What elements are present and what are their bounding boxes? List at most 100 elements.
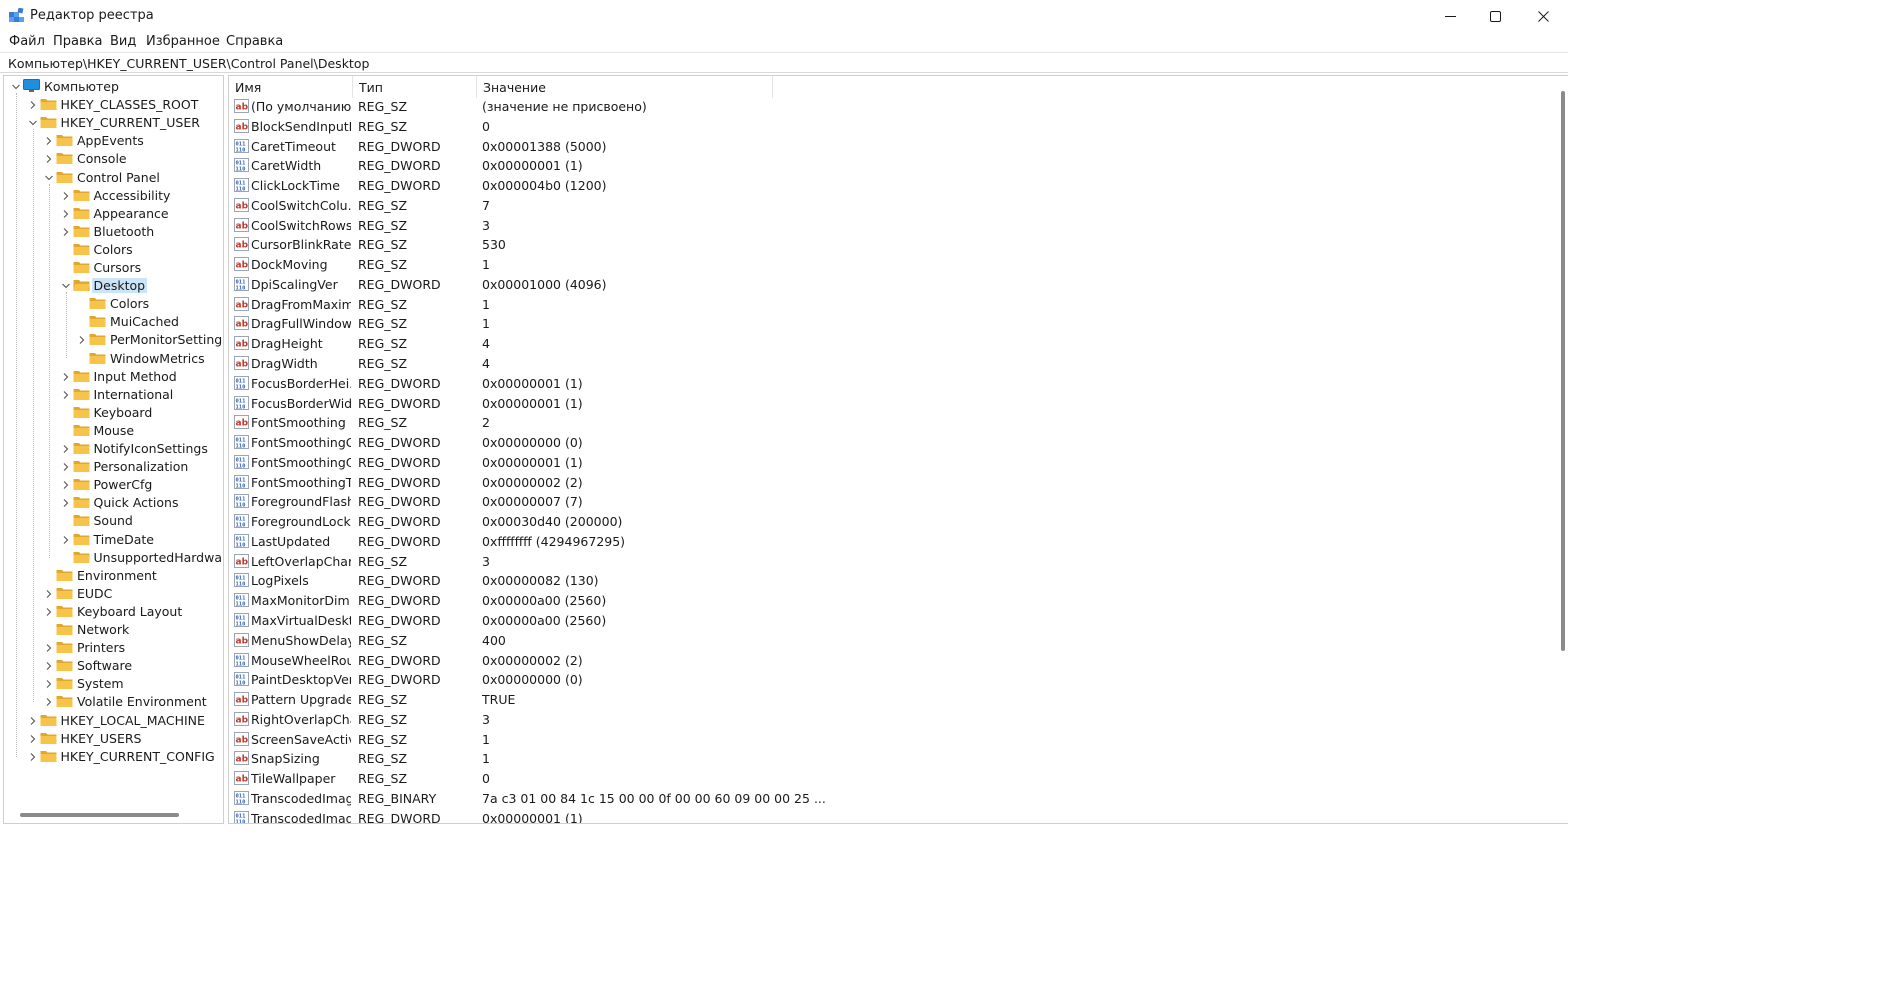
tree-item[interactable]: Desktop [4,277,223,295]
tree-item[interactable]: International [4,386,223,404]
tree-item[interactable]: Keyboard Layout [4,603,223,621]
chevron-down-icon[interactable] [28,118,38,128]
tree-item[interactable]: System [4,675,223,693]
tree-item[interactable]: Appearance [4,205,223,223]
value-row[interactable]: ab (По умолчанию) REG_SZ (значение не присв… [229,97,1549,117]
value-row[interactable]: 011110FontSmoothingO... REG_DWORD 0x000000… [229,453,1549,473]
tree-item[interactable]: HKEY_CLASSES_ROOT [4,96,223,114]
chevron-down-icon[interactable] [11,82,21,92]
tree-item[interactable]: HKEY_LOCAL_MACHINE [4,712,223,730]
value-row[interactable]: 011110FontSmoothingG... REG_DWORD 0x000000… [229,433,1549,453]
chevron-right-icon[interactable] [61,480,71,490]
tree-item[interactable]: MuiCached [4,313,223,331]
menu-edit[interactable]: Правка [53,34,102,49]
tree-item[interactable]: Software [4,657,223,675]
values-list[interactable]: Имя Тип Значение ab (По умолчанию) REG_SZ(… [228,75,1568,824]
value-row[interactable]: 011110PaintDesktopVer... REG_DWORD 0x00000… [229,670,1549,690]
tree-item[interactable]: Network [4,621,223,639]
tree-item[interactable]: HKEY_USERS [4,730,223,748]
value-row[interactable]: 011110MaxVirtualDeskt... REG_DWORD 0x00000… [229,611,1549,631]
column-header-type[interactable]: Тип [353,76,477,98]
value-row[interactable]: ab CoolSwitchColu... REG_SZ 7 [229,196,1549,216]
value-row[interactable]: 011 110 MaxMonitorDim... REG_DWORD 0x00000a0… [229,591,1549,611]
value-row[interactable]: 011 110 DpiScalingVer REG_DWORD 0x00001000 (… [229,275,1549,295]
tree-item[interactable]: UnsupportedHardwareN [4,549,223,567]
value-row[interactable]: 011 110 ClickLockTime REG_DWORD 0x000004b0 (… [229,176,1549,196]
tree-item[interactable]: Environment [4,567,223,585]
chevron-right-icon[interactable] [61,498,71,508]
value-row[interactable]: abScreenSaveActive REG_SZ 1 [229,730,1549,750]
value-row[interactable]: ab TileWallpaper REG_SZ 0 [229,769,1549,789]
chevron-right-icon[interactable] [28,752,38,762]
chevron-right-icon[interactable] [44,643,54,653]
tree-item[interactable]: Mouse [4,422,223,440]
value-row[interactable]: 011110ForegroundFlash... REG_DWORD 0x00000… [229,492,1549,512]
tree-item[interactable]: EUDC [4,585,223,603]
maximize-button[interactable] [1471,0,1519,32]
value-row[interactable]: 011110MouseWheelRou... REG_DWORD 0x0000000… [229,651,1549,671]
tree-item[interactable]: Input Method [4,368,223,386]
chevron-right-icon[interactable] [61,390,71,400]
value-row[interactable]: 011 110 LastUpdated REG_DWORD 0xffffffff (42… [229,532,1549,552]
chevron-right-icon[interactable] [44,154,54,164]
chevron-right-icon[interactable] [44,679,54,689]
value-row[interactable]: abBlockSendInputR... REG_SZ 0 [229,117,1549,137]
tree-item[interactable]: PerMonitorSettings [4,331,223,349]
value-row[interactable]: 011110FontSmoothingT... REG_DWORD 0x000000… [229,473,1549,493]
chevron-down-icon[interactable] [44,173,54,183]
registry-tree[interactable]: Компьютер HKEY_CLASSES_ROOT HKEY_CURRENT_U… [3,75,224,824]
value-row[interactable]: 011110TranscodedImag... REG_DWORD 0x000000… [229,809,1549,823]
value-row[interactable]: ab LeftOverlapChars REG_SZ 3 [229,552,1549,572]
value-row[interactable]: 011 110 LogPixels REG_DWORD 0x00000082 (130) [229,571,1549,591]
minimize-button[interactable] [1426,0,1474,32]
chevron-right-icon[interactable] [44,589,54,599]
value-row[interactable]: ab Pattern Upgrade REG_SZ TRUE [229,690,1549,710]
tree-item[interactable]: Printers [4,639,223,657]
menu-file[interactable]: Файл [9,34,45,49]
column-header-value[interactable]: Значение [477,76,773,98]
menu-view[interactable]: Вид [110,34,136,49]
chevron-right-icon[interactable] [44,136,54,146]
value-row[interactable]: 011 110 FocusBorderHei... REG_DWORD 0x000000… [229,374,1549,394]
tree-item[interactable]: Control Panel [4,169,223,187]
vertical-scrollbar[interactable] [1561,91,1565,651]
tree-item[interactable]: Bluetooth [4,223,223,241]
chevron-right-icon[interactable] [61,227,71,237]
tree-item[interactable]: Accessibility [4,187,223,205]
tree-item[interactable]: HKEY_CURRENT_CONFIG [4,748,223,766]
tree-item[interactable]: Sound [4,512,223,530]
value-row[interactable]: ab MenuShowDelay REG_SZ 400 [229,631,1549,651]
value-row[interactable]: abRightOverlapCha... REG_SZ 3 [229,710,1549,730]
tree-item[interactable]: Colors [4,295,223,313]
chevron-right-icon[interactable] [61,444,71,454]
menu-favorites[interactable]: Избранное [146,34,220,49]
menu-help[interactable]: Справка [226,34,283,49]
value-row[interactable]: 011 110 CaretWidth REG_DWORD 0x00000001 (1) [229,156,1549,176]
value-row[interactable]: abDragFromMaxim... REG_SZ 1 [229,295,1549,315]
value-row[interactable]: ab CoolSwitchRows REG_SZ 3 [229,216,1549,236]
tree-item[interactable]: NotifyIconSettings [4,440,223,458]
tree-item[interactable]: Personalization [4,458,223,476]
tree-item[interactable]: WindowMetrics [4,350,223,368]
value-row[interactable]: ab DragHeight REG_SZ 4 [229,334,1549,354]
value-row[interactable]: 011110FocusBorderWidth REG_DWORD 0x0000000… [229,394,1549,414]
tree-item[interactable]: PowerCfg [4,476,223,494]
tree-item[interactable]: Cursors [4,259,223,277]
chevron-right-icon[interactable] [77,335,87,345]
chevron-right-icon[interactable] [61,191,71,201]
column-header-name[interactable]: Имя [229,76,353,98]
tree-item[interactable]: Keyboard [4,404,223,422]
value-row[interactable]: ab DockMoving REG_SZ 1 [229,255,1549,275]
chevron-right-icon[interactable] [61,462,71,472]
value-row[interactable]: 011110TranscodedImag... REG_BINARY 7a c3 0… [229,789,1549,809]
chevron-right-icon[interactable] [44,661,54,671]
chevron-right-icon[interactable] [61,372,71,382]
value-row[interactable]: ab DragFullWindows REG_SZ 1 [229,314,1549,334]
chevron-right-icon[interactable] [28,716,38,726]
address-bar[interactable]: Компьютер\HKEY_CURRENT_USER\Control Pane… [0,52,1568,73]
chevron-right-icon[interactable] [61,209,71,219]
tree-item[interactable]: AppEvents [4,132,223,150]
chevron-right-icon[interactable] [28,100,38,110]
tree-item[interactable]: Colors [4,241,223,259]
chevron-down-icon[interactable] [61,281,71,291]
